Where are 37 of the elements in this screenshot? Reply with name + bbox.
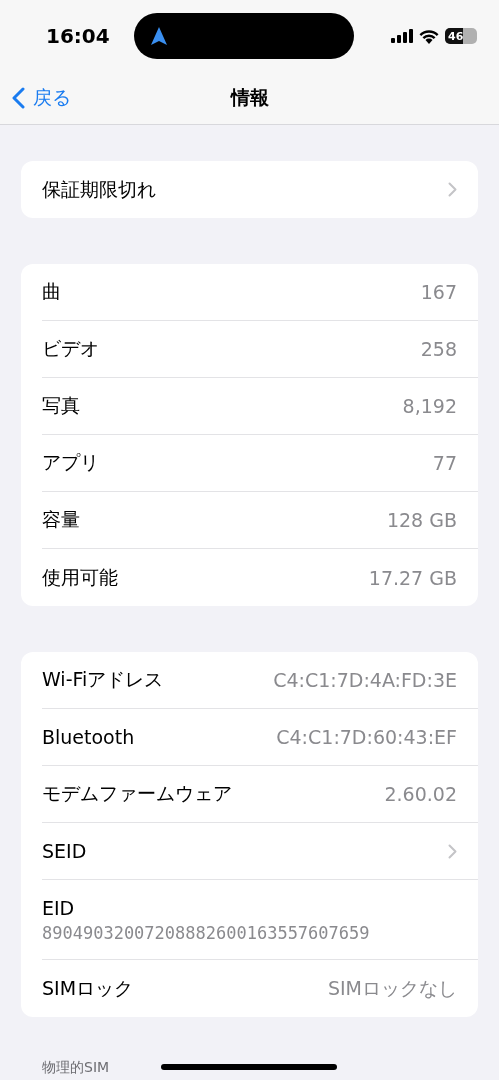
chevron-right-icon (448, 182, 457, 197)
row-value: C4:C1:7D:4A:FD:3E (273, 669, 457, 691)
row-value: 17.27 GB (368, 566, 457, 589)
row-value: 167 (420, 281, 457, 303)
row-label: 容量 (42, 507, 80, 532)
signal-icon (391, 29, 413, 43)
row-label: Wi-Fiアドレス (42, 667, 164, 692)
row-value: 2.60.02 (384, 783, 457, 805)
row-value: 128 GB (386, 509, 457, 531)
status-time: 16:04 (46, 24, 111, 48)
row-label: 曲 (42, 279, 61, 304)
chevron-right-icon (448, 843, 457, 859)
location-arrow-icon (150, 26, 168, 46)
wifi-icon (419, 28, 439, 44)
row-label: EID (42, 896, 75, 919)
row-label: SIMロック (42, 975, 134, 1001)
settings-row[interactable]: 保証期限切れ (42, 161, 478, 218)
row-label: 保証期限切れ (42, 176, 156, 202)
row-label: アプリ (42, 450, 99, 475)
row-value: SIMロックなし (327, 975, 457, 1001)
row-value: 258 (420, 338, 457, 360)
row-label: 使用可能 (42, 564, 118, 590)
settings-row[interactable]: SEID (42, 823, 478, 880)
row-value: 8,192 (402, 395, 457, 417)
row-label: Bluetooth (42, 726, 135, 748)
battery-icon: 46 (445, 28, 477, 44)
chevron-left-icon (12, 87, 25, 109)
row-label: SEID (42, 840, 87, 862)
row-value: 89049032007208882600163557607659 (42, 922, 370, 943)
row-label: ビデオ (42, 336, 99, 361)
row-label: 写真 (42, 393, 80, 418)
row-label: モデムファームウェア (42, 781, 232, 806)
back-button[interactable]: 戻る (0, 85, 71, 111)
row-value: 77 (432, 452, 457, 474)
section-header: 物理的SIM (41, 1059, 110, 1077)
screen-title: 情報 (230, 85, 269, 110)
row-value: C4:C1:7D:60:43:EF (276, 726, 457, 748)
